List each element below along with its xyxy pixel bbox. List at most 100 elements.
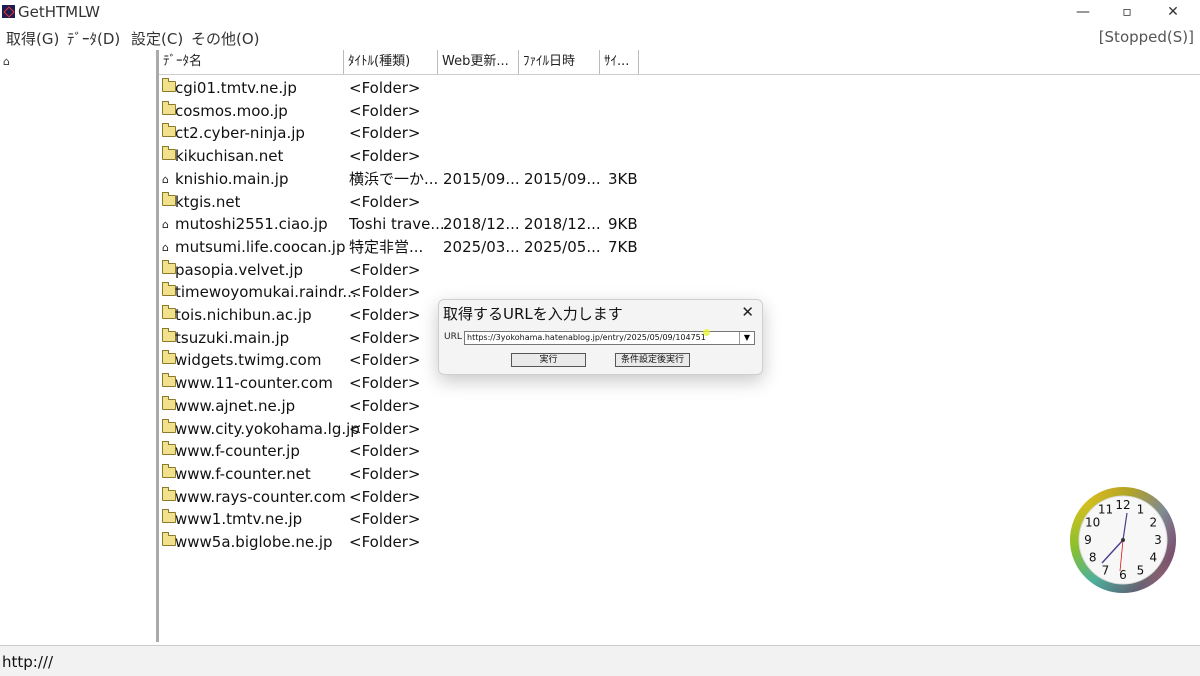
item-name: knishio.main.jp (175, 169, 289, 188)
list-item[interactable]: pasopia.velvet.jp <Folder> (159, 259, 1200, 282)
minimize-button[interactable]: — (1060, 0, 1106, 25)
clock-number: 4 (1149, 551, 1157, 565)
home-icon[interactable]: ⌂ (3, 55, 10, 68)
list-item[interactable]: www.city.yokohama.lg.jp <Folder> (159, 418, 1200, 441)
clock-number: 11 (1098, 503, 1113, 517)
clock-number: 3 (1154, 533, 1162, 547)
item-name: www5a.biglobe.ne.jp (175, 533, 333, 551)
list-item[interactable]: www.rays-counter.com <Folder> (159, 486, 1200, 509)
restore-button[interactable]: ▫ (1104, 0, 1150, 25)
item-title: 横浜で一か... (349, 169, 439, 188)
menu-data[interactable]: ﾃﾞｰﾀ(D) (67, 28, 120, 49)
folder-icon (162, 259, 176, 274)
title-bar: GetHTMLW — ▫ ✕ (0, 0, 1200, 25)
item-name: www.f-counter.net (175, 464, 311, 483)
cursor-highlight (703, 329, 710, 336)
list-item[interactable]: www.ajnet.ne.jp <Folder> (159, 395, 1200, 418)
list-item[interactable]: ct2.cyber-ninja.jp <Folder> (159, 122, 1200, 145)
list-item[interactable]: www.11-counter.com <Folder> (159, 372, 1200, 395)
url-label: URL (444, 332, 462, 342)
url-dialog: 取得するURLを入力します ✕ URL https://3yokohama.ha… (438, 299, 763, 375)
folder-icon (162, 463, 176, 478)
item-title: <Folder> (349, 419, 421, 438)
item-name: ct2.cyber-ninja.jp (175, 124, 305, 143)
dialog-close-button[interactable]: ✕ (741, 303, 754, 321)
item-name: www.11-counter.com (175, 374, 333, 393)
item-name: cgi01.tmtv.ne.jp (175, 79, 297, 97)
folder-icon (162, 100, 176, 115)
menu-get[interactable]: 取得(G) (6, 28, 59, 49)
item-title: <Folder> (349, 283, 421, 302)
folder-icon (162, 486, 176, 501)
url-input-value[interactable]: https://3yokohama.hatenablog.jp/entry/20… (467, 332, 707, 344)
clock-number: 1 (1137, 503, 1145, 517)
list-item[interactable]: cosmos.moo.jp <Folder> (159, 100, 1200, 123)
folder-icon (162, 532, 176, 546)
list-item[interactable]: kikuchisan.net <Folder> (159, 145, 1200, 168)
app-icon (2, 5, 15, 18)
item-title: <Folder> (349, 147, 421, 166)
list-item[interactable]: www1.tmtv.ne.jp <Folder> (159, 508, 1200, 531)
home-icon: ⌂ (162, 172, 169, 186)
url-input[interactable]: https://3yokohama.hatenablog.jp/entry/20… (464, 331, 755, 345)
menu-settings[interactable]: 設定(C) (131, 28, 183, 49)
item-title: <Folder> (349, 192, 421, 211)
clock-icon: 12 1234567891011 (1070, 487, 1176, 593)
item-name: www.city.yokohama.lg.jp (175, 419, 360, 438)
list-item[interactable]: ⌂ mutsumi.life.coocan.jp 特定非営... 2025/03...… (159, 236, 1200, 259)
list-item[interactable]: ktgis.net <Folder> (159, 191, 1200, 214)
folder-icon (162, 123, 176, 138)
folder-icon (162, 509, 176, 524)
item-size: 3KB (608, 169, 638, 188)
item-title: <Folder> (349, 464, 421, 483)
close-button[interactable]: ✕ (1150, 0, 1196, 25)
list-item[interactable]: www.f-counter.jp <Folder> (159, 440, 1200, 463)
column-data-name[interactable]: ﾃﾞｰﾀ名 (159, 50, 344, 74)
item-title: <Folder> (349, 351, 421, 370)
folder-icon (162, 282, 176, 297)
item-title: <Folder> (349, 533, 421, 551)
list-item[interactable]: ⌂ knishio.main.jp 横浜で一か... 2015/09... 2015/0… (159, 168, 1200, 191)
item-title: <Folder> (349, 328, 421, 347)
dialog-title: 取得するURLを入力します (443, 305, 623, 323)
folder-icon (162, 78, 176, 92)
list-item[interactable]: www.f-counter.net <Folder> (159, 463, 1200, 486)
column-web-updated[interactable]: Web更新... (438, 50, 519, 74)
list-item[interactable]: ⌂ mutoshi2551.ciao.jp Toshi trave... 2018/1… (159, 213, 1200, 236)
folder-icon (162, 373, 176, 388)
stopped-status-button[interactable]: [Stopped(S)] (1099, 28, 1194, 46)
column-file-date[interactable]: ﾌｧｲﾙ日時 (519, 50, 600, 74)
execute-button[interactable]: 実行 (511, 353, 586, 367)
clock-number: 9 (1084, 533, 1092, 547)
column-title[interactable]: ﾀｲﾄﾙ(種類) (344, 50, 438, 74)
window-title: GetHTMLW (18, 3, 100, 21)
item-name: widgets.twimg.com (175, 351, 322, 370)
tree-pane[interactable]: ⌂ (0, 50, 159, 642)
home-icon: ⌂ (162, 218, 169, 232)
status-bar: http:/// (0, 645, 1200, 676)
item-size: 9KB (608, 215, 638, 234)
folder-icon (162, 350, 176, 365)
clock-number: 8 (1089, 551, 1097, 565)
menu-other[interactable]: その他(O) (191, 28, 260, 49)
list-item[interactable]: www5a.biglobe.ne.jp <Folder> (159, 531, 1200, 554)
item-title: <Folder> (349, 487, 421, 506)
item-title: <Folder> (349, 396, 421, 415)
item-size: 7KB (608, 237, 638, 256)
item-file-date: 2015/09... (524, 169, 601, 188)
item-file-date: 2025/05... (524, 237, 601, 256)
list-item[interactable]: cgi01.tmtv.ne.jp <Folder> (159, 77, 1200, 100)
clock-widget: 12 1 2 3 4 5 6 7 8 9 10 11 (1068, 485, 1178, 595)
folder-icon (162, 191, 176, 206)
item-title: <Folder> (349, 124, 421, 143)
column-size[interactable]: ｻｲ... (600, 50, 639, 74)
item-title: <Folder> (349, 101, 421, 120)
execute-after-settings-button[interactable]: 条件設定後実行 (615, 353, 690, 367)
item-name: www1.tmtv.ne.jp (175, 510, 303, 529)
clock-number: 10 (1085, 516, 1100, 530)
chevron-down-icon[interactable]: ▼ (739, 332, 754, 344)
folder-icon (162, 441, 176, 456)
menu-bar: 取得(G) ﾃﾞｰﾀ(D) 設定(C) その他(O) [Stopped(S)] (0, 25, 1200, 51)
folder-icon (162, 418, 176, 433)
item-name: tois.nichibun.ac.jp (175, 306, 312, 324)
